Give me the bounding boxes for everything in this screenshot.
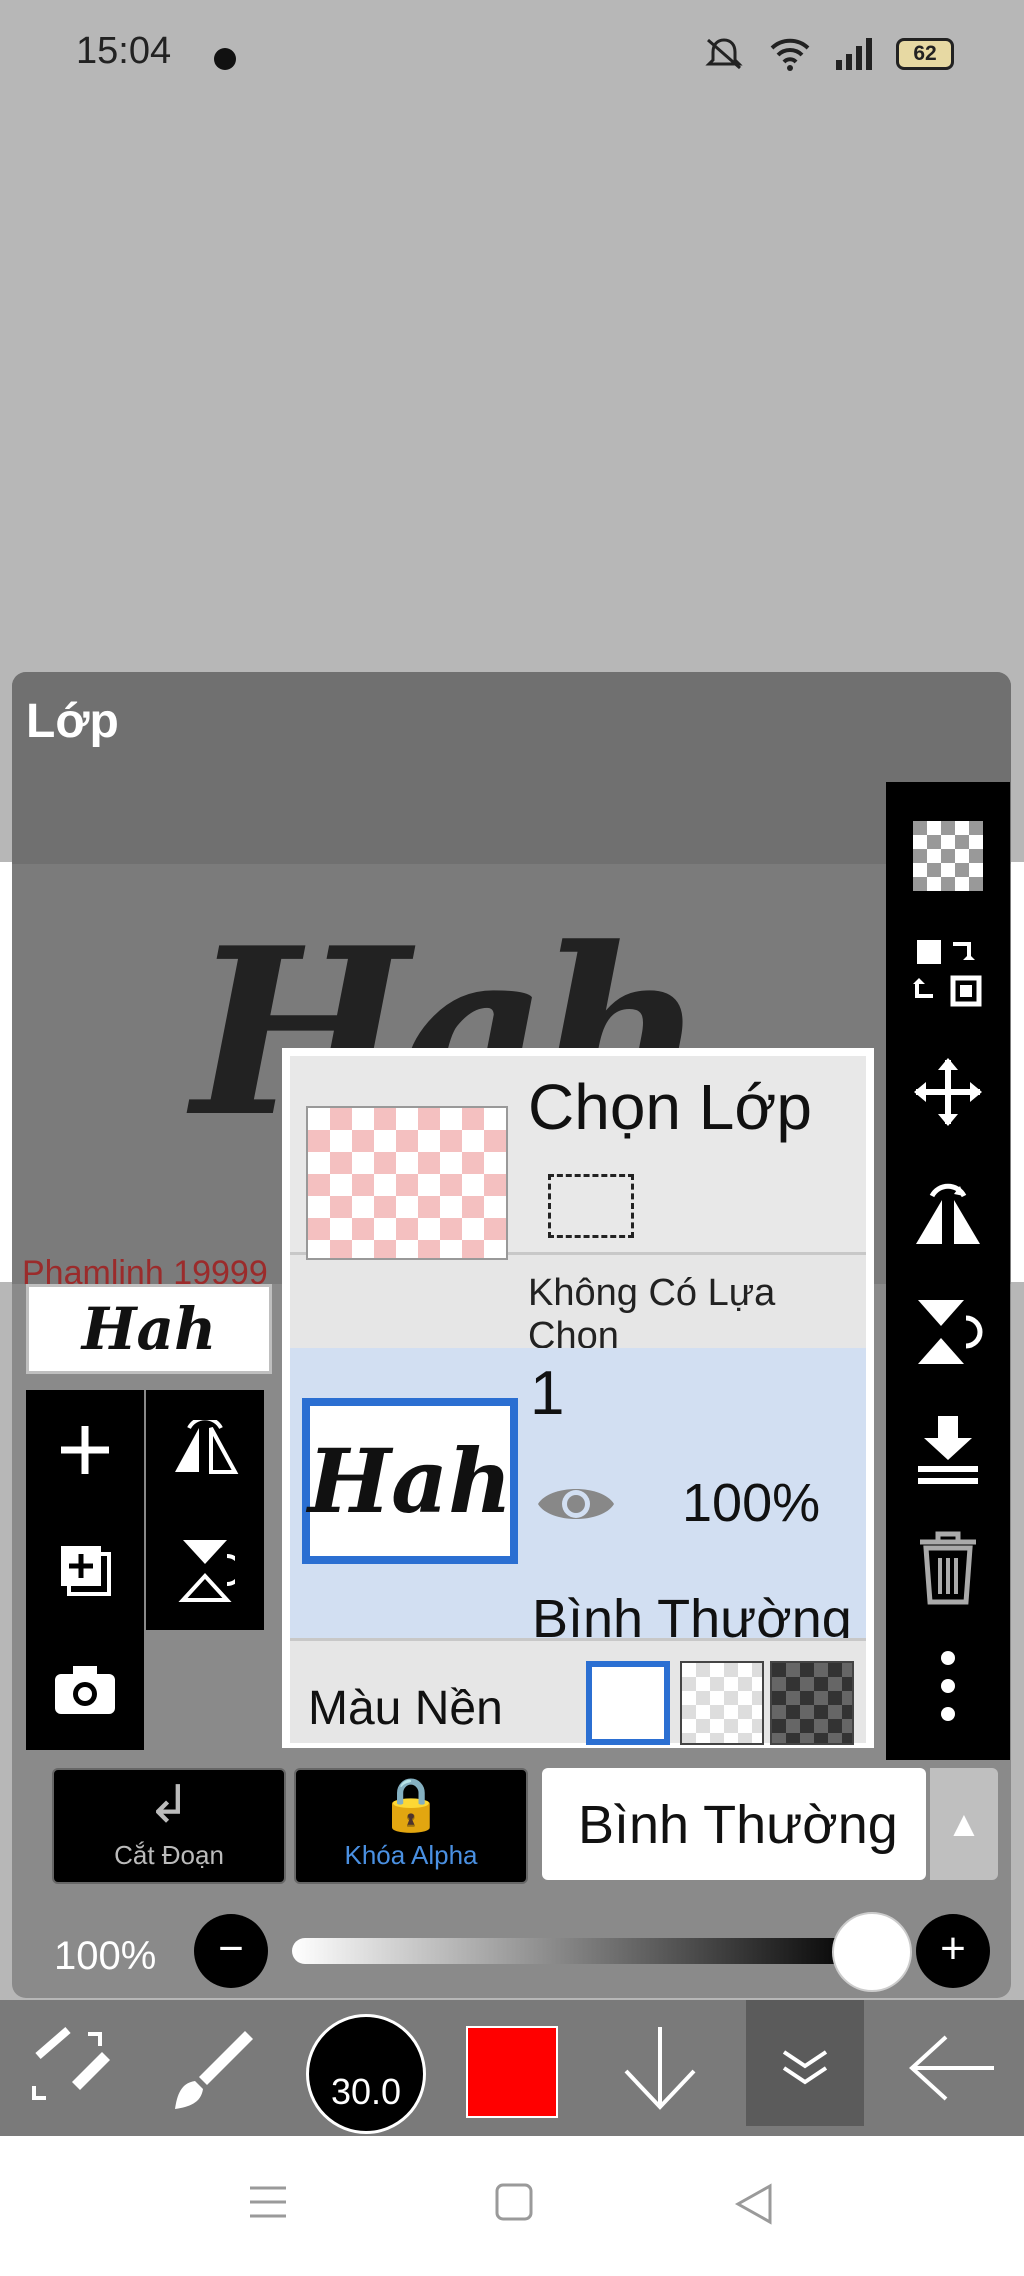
battery-icon: 62 <box>896 38 954 70</box>
arrow-down-icon[interactable] <box>610 2000 710 2136</box>
system-nav-bar <box>0 2136 1024 2276</box>
lock-alpha-icon: 🔒 <box>378 1776 444 1834</box>
add-layer-button[interactable] <box>26 1390 144 1510</box>
background-color-row: Màu Nền <box>290 1638 866 1745</box>
bottom-toolbar: 30.0 <box>0 2000 1024 2136</box>
layer-swap-icon[interactable] <box>908 932 988 1012</box>
camera-button[interactable] <box>26 1630 144 1750</box>
panel-title: Lớp <box>26 695 119 748</box>
opacity-increase-button[interactable]: + <box>916 1914 990 1988</box>
right-toolbar <box>886 782 1010 1760</box>
opacity-slider-track[interactable] <box>292 1938 862 1964</box>
panel-header: Lớp <box>12 672 1011 864</box>
clipping-label: Cắt Đoạn <box>114 1840 224 1870</box>
flip-layer-horizontal-button[interactable] <box>146 1390 264 1510</box>
back-nav-icon[interactable] <box>734 2182 774 2226</box>
visibility-eye-icon[interactable] <box>534 1476 618 1537</box>
status-time: 15:04 <box>76 30 172 72</box>
background-color-label: Màu Nền <box>308 1682 503 1735</box>
status-icons: 62 <box>702 36 954 72</box>
plus-icon <box>61 1426 109 1474</box>
merge-down-icon[interactable] <box>908 1410 988 1490</box>
bg-dark-swatch[interactable] <box>770 1661 854 1745</box>
alpha-lock-button[interactable]: 🔒 Khóa Alpha <box>294 1768 528 1884</box>
opacity-label: 100% <box>54 1934 157 1978</box>
chevron-double-down-icon <box>782 2050 828 2085</box>
layer-panel: Lớp Hah Phamlinh 19999 Hah Chọn Lớp Khôn… <box>12 672 1011 1998</box>
layer-list: Chọn Lớp Không Có Lựa Chọn Hah 1 100% Bì… <box>290 1056 866 1745</box>
layer-number: 1 <box>530 1359 565 1428</box>
opacity-row: 100% − + <box>12 1900 1011 1998</box>
clip-arrow-icon: ↲ <box>147 1776 191 1834</box>
blend-mode-value: Bình Thường <box>578 1795 898 1855</box>
home-icon[interactable] <box>494 2182 534 2222</box>
opacity-slider-knob[interactable] <box>832 1912 912 1992</box>
brush-size-button[interactable]: 30.0 <box>306 2014 426 2134</box>
wifi-icon <box>770 38 810 71</box>
layer-1-thumbnail: Hah <box>302 1398 518 1564</box>
transform-tool-icon[interactable] <box>20 2000 120 2136</box>
opacity-decrease-button[interactable]: − <box>194 1914 268 1988</box>
no-selection-label: Không Có Lựa Chọn <box>528 1272 776 1357</box>
blend-mode-dropdown-arrow-icon[interactable]: ▲ <box>930 1768 998 1880</box>
camera-icon <box>55 1666 115 1714</box>
duplicate-icon <box>61 1546 111 1596</box>
mute-bell-icon <box>705 38 743 70</box>
menu-tab[interactable] <box>746 2000 864 2126</box>
layer-tools <box>26 1390 264 1750</box>
brush-tool-icon[interactable] <box>164 2000 264 2136</box>
color-swatch[interactable] <box>466 2026 558 2118</box>
selection-layer-title: Chọn Lớp <box>528 1071 812 1143</box>
layer-thumbnail-art: Hah <box>81 1295 217 1363</box>
back-arrow-icon[interactable] <box>896 2000 1006 2136</box>
layer-row-1[interactable]: Hah 1 100% Bình Thường <box>290 1348 866 1649</box>
trash-icon[interactable] <box>908 1528 988 1608</box>
flip-vertical-icon <box>178 1540 235 1602</box>
layer-1-art: Hah <box>307 1429 513 1533</box>
duplicate-layer-button[interactable] <box>26 1510 144 1630</box>
clipping-button[interactable]: ↲ Cắt Đoạn <box>52 1768 286 1884</box>
selection-layer-thumbnail <box>306 1106 508 1260</box>
bg-white-swatch[interactable] <box>586 1661 670 1745</box>
layer-list-popup: Chọn Lớp Không Có Lựa Chọn Hah 1 100% Bì… <box>282 1048 874 1748</box>
recent-apps-icon[interactable] <box>248 2182 288 2222</box>
canvas-signature: Phamlinh 19999 <box>22 1254 268 1284</box>
blend-mode-select[interactable]: Bình Thường <box>542 1768 926 1880</box>
alpha-lock-label: Khóa Alpha <box>344 1840 478 1870</box>
layer-opacity: 100% <box>682 1473 821 1533</box>
move-icon[interactable] <box>908 1052 988 1132</box>
signal-icon <box>836 38 872 70</box>
flip-vertical-icon[interactable] <box>908 1292 988 1372</box>
selection-marquee-icon <box>548 1174 634 1238</box>
more-vert-icon[interactable] <box>908 1646 988 1726</box>
notification-dot-icon <box>214 48 236 70</box>
layer-thumbnail[interactable]: Hah <box>26 1284 272 1374</box>
transparency-icon[interactable] <box>908 816 988 896</box>
flip-layer-vertical-button[interactable] <box>146 1510 264 1630</box>
selection-layer-row[interactable]: Chọn Lớp Không Có Lựa Chọn <box>290 1056 866 1357</box>
bg-transparent-swatch[interactable] <box>680 1661 764 1745</box>
flip-horizontal-icon[interactable] <box>908 1174 988 1254</box>
flip-horizontal-icon <box>175 1420 239 1474</box>
